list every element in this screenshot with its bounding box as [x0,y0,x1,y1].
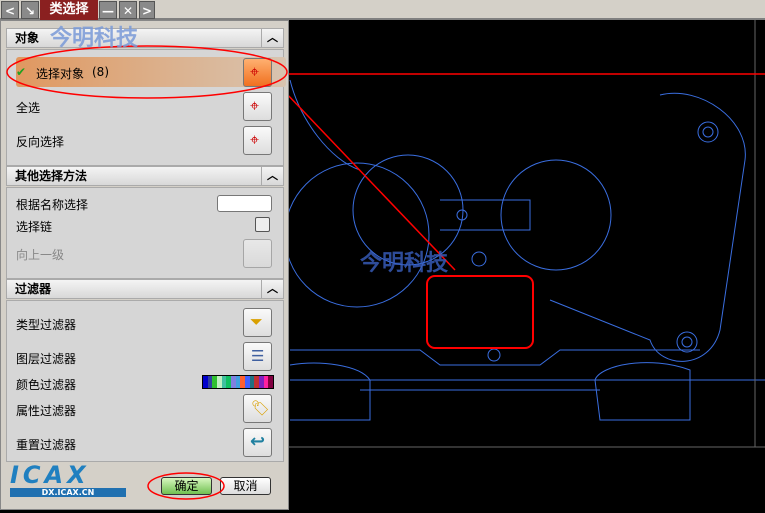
section-title: 对象 [15,31,40,45]
nav-prev-button[interactable]: < [1,1,19,19]
graphics-window[interactable]: 今明科技 [284,20,765,510]
icax-logo: ICAX DX.ICAX.CN [10,462,130,500]
select-all-button[interactable]: ⌖ [243,92,272,121]
brand-watermark-canvas: 今明科技 [360,250,449,276]
section-filter-header[interactable]: 过滤器 ︿ [6,279,284,299]
filter-funnel-icon: ⏷ [250,312,263,331]
close-button[interactable]: ✕ [119,1,137,19]
minimize-button[interactable]: — [99,1,117,19]
crosshair-icon: ⌖ [250,130,260,149]
select-chain-checkbox[interactable] [255,217,270,232]
layer-filter-label: 图层过滤器 [16,352,77,366]
title-bar: < ↘ 类选择 — ✕ > [0,0,765,20]
cad-geometry: 今明科技 [284,20,765,448]
attribute-filter-label: 属性过滤器 [16,404,77,418]
dialog-title: 类选择 [40,0,98,20]
reset-filter-button[interactable]: ↩ [243,428,272,457]
select-by-name-label: 根据名称选择 [16,198,89,212]
color-filter-palette[interactable] [202,375,274,389]
attribute-filter-button[interactable]: 🏷 [243,394,272,423]
return-arrow-icon: ↩ [250,431,266,452]
crosshair-icon: ⌖ [250,96,260,115]
annotation-ellipse [147,472,225,500]
up-one-level-label: 向上一级 [16,248,65,262]
color-filter-label: 颜色过滤器 [16,378,77,392]
reset-filter-label: 重置过滤器 [16,438,77,452]
select-all-label: 全选 [16,101,41,115]
nav-next-button[interactable]: > [139,1,155,19]
select-chain-label: 选择链 [16,220,53,234]
layer-filter-button[interactable]: ☰ [243,342,272,371]
up-one-level-button[interactable] [243,239,272,268]
section-other-header[interactable]: 其他选择方法 ︿ [6,166,284,186]
layers-icon: ☰ [251,347,265,365]
type-filter-button[interactable]: ⏷ [243,308,272,337]
pin-icon[interactable]: ↘ [21,1,39,19]
color-swatch[interactable] [268,376,274,388]
name-input[interactable] [217,195,272,212]
collapse-icon[interactable]: ︿ [261,167,283,185]
type-filter-label: 类型过滤器 [16,318,77,332]
invert-selection-button[interactable]: ⌖ [243,126,272,155]
tag-icon: 🏷 [251,399,271,417]
invert-selection-label: 反向选择 [16,135,65,149]
logo-url: DX.ICAX.CN [10,488,126,497]
collapse-icon[interactable]: ︿ [261,280,283,298]
logo-text: ICAX [10,461,90,489]
section-title: 其他选择方法 [15,169,88,183]
cancel-button[interactable]: 取消 [220,477,271,495]
section-title: 过滤器 [15,282,52,296]
